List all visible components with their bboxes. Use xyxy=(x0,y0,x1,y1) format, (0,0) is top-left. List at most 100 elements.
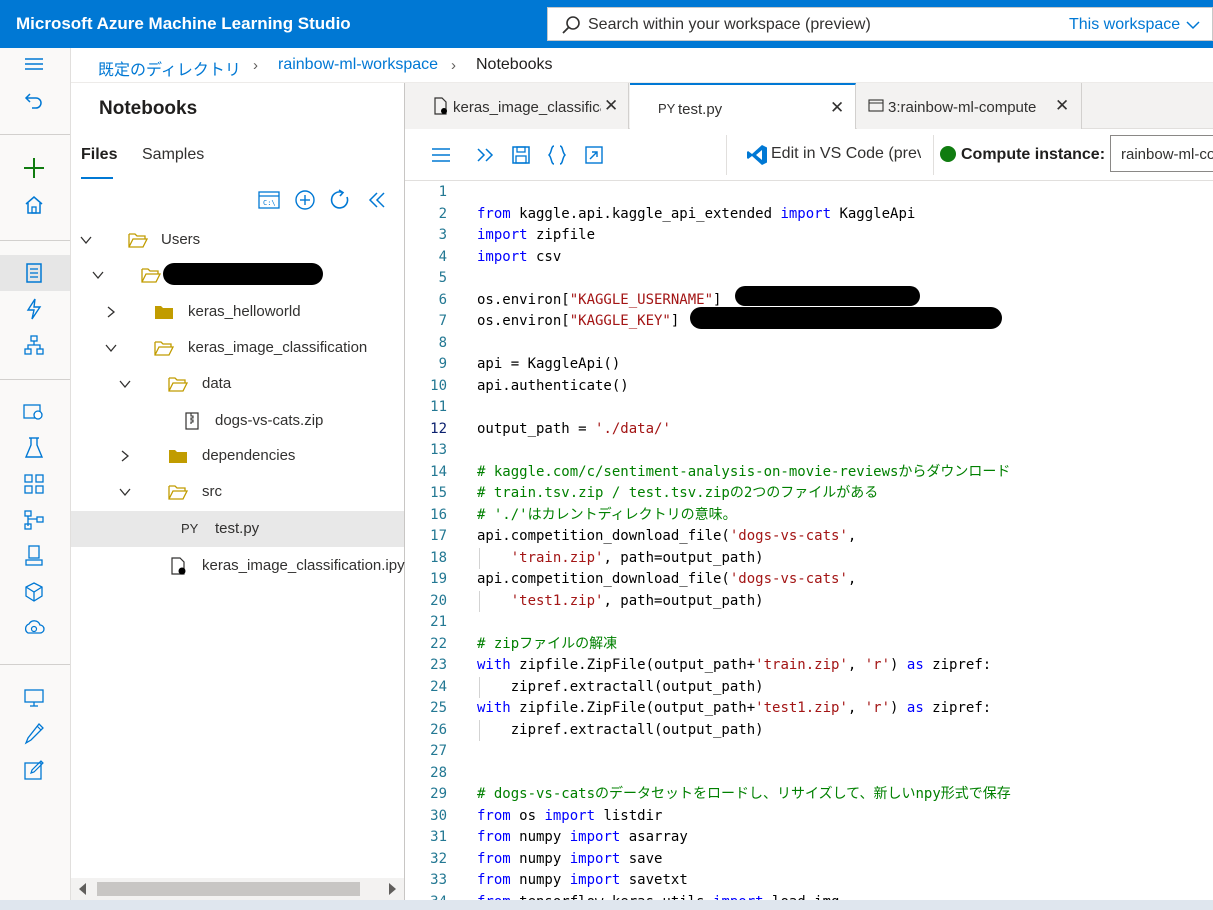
scrollbar-thumb[interactable] xyxy=(97,882,360,896)
automated-ml-icon[interactable] xyxy=(22,297,46,321)
code-line[interactable]: 23 with zipfile.ZipFile(output_path+'trai… xyxy=(405,655,1213,677)
models-icon[interactable] xyxy=(22,508,46,532)
environments-icon[interactable] xyxy=(22,580,46,604)
code-line[interactable]: 11 xyxy=(405,397,1213,419)
endpoints-icon[interactable] xyxy=(22,544,46,568)
format-code-icon[interactable] xyxy=(546,144,568,166)
code-line[interactable]: 9 api = KaggleApi() xyxy=(405,354,1213,376)
expand-icon[interactable] xyxy=(583,144,605,166)
code-line[interactable]: 15 # train.tsv.zip / test.tsv.zipの2つのファイル… xyxy=(405,483,1213,505)
code-line[interactable]: 13 xyxy=(405,440,1213,462)
vscode-icon[interactable] xyxy=(746,144,768,166)
close-icon[interactable]: ✕ xyxy=(604,96,618,116)
code-line[interactable]: 4 import csv xyxy=(405,247,1213,269)
code-line[interactable]: 17 api.competition_download_file('dogs-vs… xyxy=(405,526,1213,548)
scroll-right-arrow-icon[interactable] xyxy=(389,883,396,895)
chevron-down-icon[interactable] xyxy=(119,378,131,390)
compute-cloud-icon[interactable] xyxy=(22,616,46,640)
code-editor[interactable]: 1 2 from kaggle.api.kaggle_api_extended im… xyxy=(405,181,1213,910)
code-text: # dogs-vs-catsのデータセットをロードし、リサイズして、新しいnpy… xyxy=(477,786,1011,802)
breadcrumb-workspace-link[interactable]: rainbow-ml-workspace xyxy=(278,56,438,74)
hamburger-menu-icon[interactable] xyxy=(22,52,46,76)
code-line[interactable]: 24 zipref.extractall(output_path) xyxy=(405,676,1213,698)
create-new-file-icon[interactable] xyxy=(294,189,316,211)
tree-item-keras-helloworld[interactable]: keras_helloworld xyxy=(71,294,404,330)
experiments-icon[interactable] xyxy=(22,436,46,460)
code-line[interactable]: 10 api.authenticate() xyxy=(405,376,1213,398)
code-line[interactable]: 28 xyxy=(405,763,1213,785)
refresh-icon[interactable] xyxy=(329,189,351,211)
scroll-left-arrow-icon[interactable] xyxy=(79,883,86,895)
tree-item-test-py[interactable]: PY test.py xyxy=(71,511,404,547)
code-line[interactable]: 14 # kaggle.com/c/sentiment-analysis-on-m… xyxy=(405,462,1213,484)
search-scope-dropdown[interactable]: This workspace xyxy=(1069,16,1180,34)
code-line[interactable]: 31 from numpy import asarray xyxy=(405,827,1213,849)
code-line[interactable]: 22 # zipファイルの解凍 xyxy=(405,634,1213,656)
code-text: import zipfile xyxy=(477,227,596,243)
compute-icon[interactable] xyxy=(22,686,46,710)
tab-test-py[interactable]: PY test.py ✕ xyxy=(630,83,856,130)
tree-item-dogs-vs-cats-zip[interactable]: dogs-vs-cats.zip xyxy=(71,403,404,439)
edit-in-vscode-button[interactable]: Edit in VS Code (preview) xyxy=(771,145,921,163)
code-line[interactable]: 19 api.competition_download_file('dogs-vs… xyxy=(405,569,1213,591)
breadcrumb-directory-link[interactable]: 既定のディレクトリ xyxy=(98,56,241,80)
code-line[interactable]: 2 from kaggle.api.kaggle_api_extended imp… xyxy=(405,204,1213,226)
compute-instance-select[interactable]: rainbow-ml-compute xyxy=(1110,135,1213,172)
tree-item-keras-image-classification[interactable]: keras_image_classification xyxy=(71,330,404,366)
code-line[interactable]: 25 with zipfile.ZipFile(output_path+'test… xyxy=(405,698,1213,720)
tab-samples[interactable]: Samples xyxy=(142,146,204,164)
chevron-right-icon[interactable] xyxy=(119,450,131,462)
code-line[interactable]: 27 xyxy=(405,741,1213,763)
code-line[interactable]: 8 xyxy=(405,333,1213,355)
chevron-down-icon[interactable] xyxy=(119,486,131,498)
app-title[interactable]: Microsoft Azure Machine Learning Studio xyxy=(16,14,351,34)
code-line[interactable]: 20 'test1.zip', path=output_path) xyxy=(405,590,1213,612)
chevron-down-icon[interactable] xyxy=(105,342,117,354)
search-input[interactable]: Search within your workspace (preview) T… xyxy=(547,7,1213,41)
chevron-down-icon[interactable] xyxy=(92,269,104,281)
chevron-down-icon[interactable] xyxy=(80,234,92,246)
data-labeling-icon[interactable] xyxy=(22,758,46,782)
collapse-panel-icon[interactable] xyxy=(366,189,388,211)
bottom-edge xyxy=(0,900,1213,910)
code-line[interactable]: 16 # './'はカレントディレクトリの意味。 xyxy=(405,505,1213,527)
save-icon[interactable] xyxy=(510,144,532,166)
tree-item-users[interactable]: Users xyxy=(71,222,404,258)
code-line[interactable]: 30 from os import listdir xyxy=(405,806,1213,828)
notebooks-icon[interactable] xyxy=(22,261,46,285)
run-all-icon[interactable] xyxy=(475,144,497,166)
code-line[interactable]: 29 # dogs-vs-catsのデータセットをロードし、リサイズして、新しいn… xyxy=(405,784,1213,806)
datasets-icon[interactable] xyxy=(22,400,46,424)
create-new-icon[interactable] xyxy=(22,156,46,180)
menu-icon[interactable] xyxy=(430,144,452,166)
line-number: 29 xyxy=(430,786,447,802)
datastores-icon[interactable] xyxy=(22,722,46,746)
pipelines-icon[interactable] xyxy=(22,472,46,496)
tree-item-data[interactable]: data xyxy=(71,366,404,402)
home-icon[interactable] xyxy=(22,193,46,217)
code-line[interactable]: 18 'train.zip', path=output_path) xyxy=(405,547,1213,569)
tree-item-notebook[interactable]: keras_image_classification.ipynb xyxy=(71,548,421,584)
open-terminal-icon[interactable]: C:\ xyxy=(258,189,280,211)
tab-notebook[interactable]: keras_image_classification.ipynb ✕ xyxy=(405,83,629,129)
code-line[interactable]: 3 import zipfile xyxy=(405,225,1213,247)
tree-item-src[interactable]: src xyxy=(71,474,404,510)
close-icon[interactable]: ✕ xyxy=(1055,96,1069,116)
code-line[interactable]: 33 from numpy import savetxt xyxy=(405,870,1213,892)
code-line[interactable]: 32 from numpy import save xyxy=(405,849,1213,871)
tree-item-dependencies[interactable]: dependencies xyxy=(71,438,404,474)
tree-item-user-folder[interactable] xyxy=(71,257,404,293)
back-icon[interactable] xyxy=(22,88,46,112)
code-line[interactable]: 12 output_path = './data/' xyxy=(405,419,1213,441)
code-line[interactable]: 1 xyxy=(405,182,1213,204)
tab-files[interactable]: Files xyxy=(81,146,117,164)
close-icon[interactable]: ✕ xyxy=(830,98,844,118)
code-line[interactable]: 26 zipref.extractall(output_path) xyxy=(405,719,1213,741)
designer-icon[interactable] xyxy=(22,333,46,357)
chevron-down-icon[interactable] xyxy=(1186,18,1200,32)
tab-terminal[interactable]: 3:rainbow-ml-compute ✕ xyxy=(857,83,1082,129)
code-line[interactable]: 21 xyxy=(405,612,1213,634)
chevron-right-icon[interactable] xyxy=(105,306,117,318)
code-text: os.environ["KAGGLE_KEY"] xyxy=(477,313,688,329)
horizontal-scrollbar[interactable] xyxy=(71,878,404,900)
